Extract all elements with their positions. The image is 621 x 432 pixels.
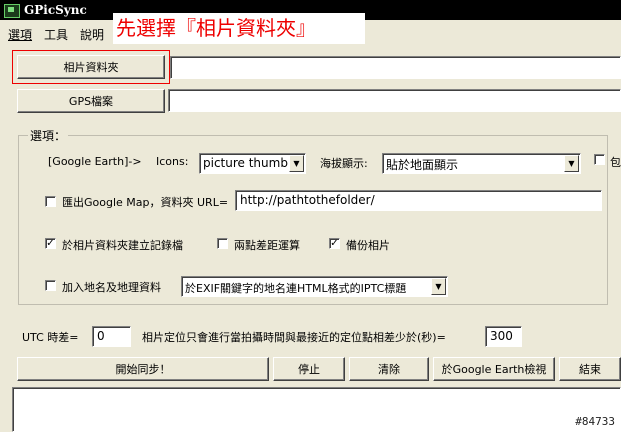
menu-help[interactable]: 說明 bbox=[80, 26, 104, 43]
chevron-down-icon[interactable]: ▼ bbox=[431, 278, 446, 295]
distance-checkbox[interactable] bbox=[217, 238, 228, 249]
utc-label: UTC 時差= bbox=[22, 331, 79, 344]
icons-select[interactable]: picture thumb ▼ bbox=[199, 153, 306, 174]
start-sync-button[interactable]: 開始同步！ bbox=[17, 357, 269, 381]
menu-options[interactable]: 選項 bbox=[8, 26, 32, 43]
clear-button[interactable]: 清除 bbox=[349, 357, 429, 381]
backup-label: 備份相片 bbox=[346, 239, 390, 252]
url-field[interactable]: http://pathtothefolder/ bbox=[235, 190, 602, 211]
options-group-label: 選項： bbox=[28, 127, 69, 144]
geo-names-select[interactable]: 於EXIF關鍵字的地名連HTML格式的IPTC標題 ▼ bbox=[181, 276, 448, 297]
watermark: #84733 bbox=[575, 415, 615, 428]
elevation-select-value: 貼於地面顯示 bbox=[386, 158, 459, 172]
google-map-checkbox[interactable] bbox=[45, 196, 56, 207]
icons-select-value: picture thumb bbox=[203, 156, 288, 170]
include-label: 包 bbox=[610, 156, 621, 169]
photo-folder-button[interactable]: 相片資料夾 bbox=[17, 55, 165, 79]
geo-names-label: 加入地名及地理資料 bbox=[62, 281, 161, 294]
threshold-field[interactable]: 300 bbox=[485, 326, 522, 347]
create-log-label: 於相片資料夾建立記錄檔 bbox=[62, 239, 183, 252]
create-log-checkbox[interactable]: ✓ bbox=[45, 238, 56, 249]
menu-tools[interactable]: 工具 bbox=[44, 26, 68, 43]
chevron-down-icon[interactable]: ▼ bbox=[289, 155, 304, 172]
geo-names-select-value: 於EXIF關鍵字的地名連HTML格式的IPTC標題 bbox=[185, 282, 407, 295]
google-map-label: 匯出Google Map，資料夾 URL= bbox=[62, 196, 229, 209]
google-earth-label: [Google Earth]-> bbox=[48, 155, 142, 168]
stop-button[interactable]: 停止 bbox=[273, 357, 345, 381]
include-checkbox[interactable] bbox=[594, 154, 605, 165]
elevation-select[interactable]: 貼於地面顯示 ▼ bbox=[382, 153, 581, 174]
icons-label: Icons: bbox=[156, 155, 189, 168]
backup-checkbox[interactable]: ✓ bbox=[329, 238, 340, 249]
utc-field[interactable]: 0 bbox=[92, 326, 131, 347]
geo-names-checkbox[interactable] bbox=[45, 280, 56, 291]
threshold-label: 相片定位只會進行當拍攝時間與最接近的定位點相差少於(秒)= bbox=[142, 331, 446, 344]
elevation-label: 海拔顯示: bbox=[320, 157, 368, 170]
gps-file-field[interactable] bbox=[168, 89, 621, 112]
photo-folder-field[interactable] bbox=[170, 56, 621, 79]
app-icon bbox=[4, 4, 20, 18]
view-google-earth-button[interactable]: 於Google Earth檢視 bbox=[433, 357, 555, 381]
chevron-down-icon[interactable]: ▼ bbox=[564, 155, 579, 172]
gps-file-button[interactable]: GPS檔案 bbox=[17, 89, 165, 113]
annotation-text: 先選擇『相片資料夾』 bbox=[113, 13, 365, 44]
quit-button[interactable]: 結束 bbox=[559, 357, 621, 381]
distance-label: 兩點差距運算 bbox=[234, 239, 300, 252]
log-textarea[interactable] bbox=[12, 387, 621, 432]
window-title: GPicSync bbox=[24, 3, 87, 17]
